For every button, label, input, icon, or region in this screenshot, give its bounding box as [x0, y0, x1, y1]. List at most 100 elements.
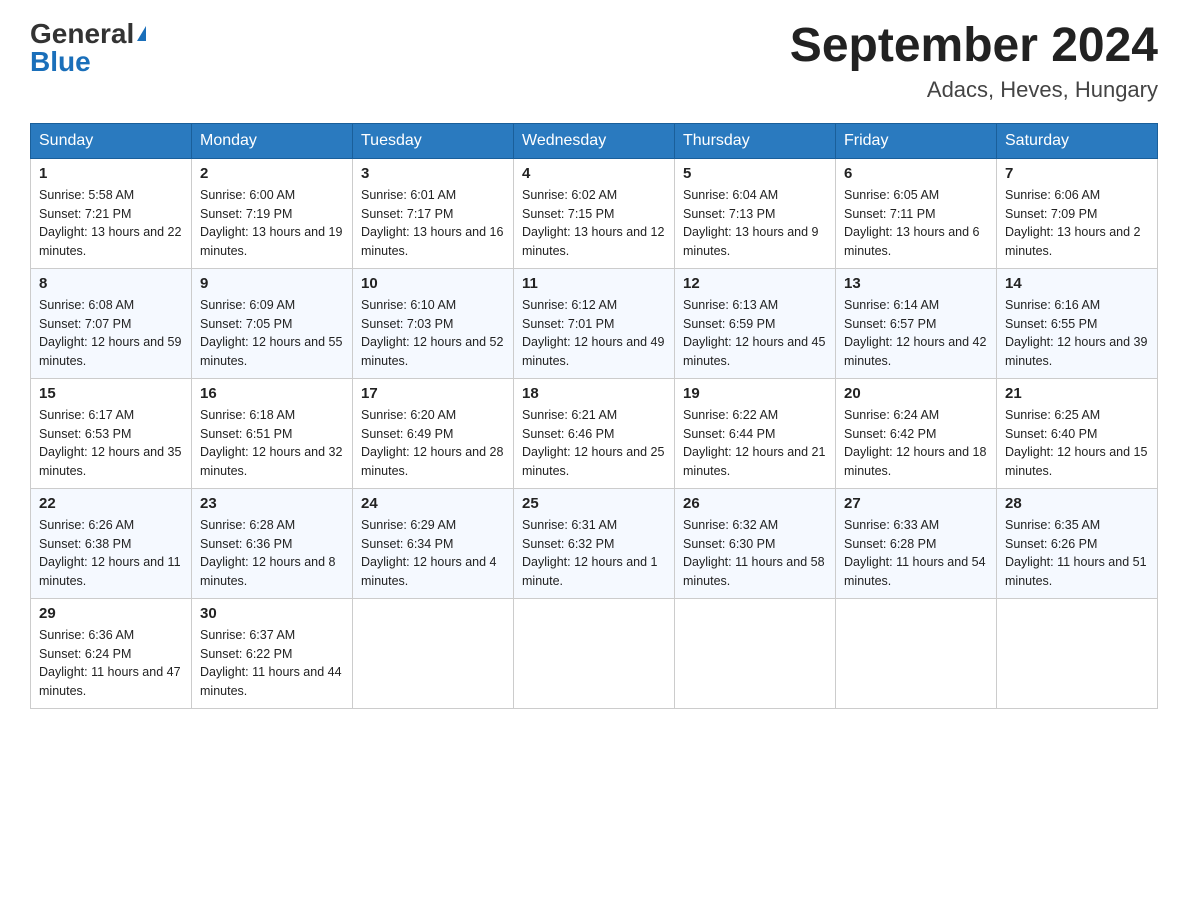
day-number: 17 — [361, 385, 505, 402]
table-row: 17 Sunrise: 6:20 AMSunset: 6:49 PMDaylig… — [353, 378, 514, 488]
table-row: 15 Sunrise: 6:17 AMSunset: 6:53 PMDaylig… — [31, 378, 192, 488]
day-info: Sunrise: 6:04 AMSunset: 7:13 PMDaylight:… — [683, 186, 827, 261]
day-number: 21 — [1005, 385, 1149, 402]
day-info: Sunrise: 6:00 AMSunset: 7:19 PMDaylight:… — [200, 186, 344, 261]
day-info: Sunrise: 6:24 AMSunset: 6:42 PMDaylight:… — [844, 406, 988, 481]
table-row: 18 Sunrise: 6:21 AMSunset: 6:46 PMDaylig… — [514, 378, 675, 488]
table-row: 27 Sunrise: 6:33 AMSunset: 6:28 PMDaylig… — [836, 488, 997, 598]
day-number: 29 — [39, 605, 183, 622]
col-thursday: Thursday — [675, 123, 836, 158]
day-info: Sunrise: 6:17 AMSunset: 6:53 PMDaylight:… — [39, 406, 183, 481]
location-subtitle: Adacs, Heves, Hungary — [790, 77, 1158, 103]
table-row: 5 Sunrise: 6:04 AMSunset: 7:13 PMDayligh… — [675, 158, 836, 268]
day-number: 26 — [683, 495, 827, 512]
day-number: 16 — [200, 385, 344, 402]
day-info: Sunrise: 6:13 AMSunset: 6:59 PMDaylight:… — [683, 296, 827, 371]
logo: General Blue — [30, 20, 146, 76]
table-row: 10 Sunrise: 6:10 AMSunset: 7:03 PMDaylig… — [353, 268, 514, 378]
day-number: 8 — [39, 275, 183, 292]
day-number: 22 — [39, 495, 183, 512]
day-number: 10 — [361, 275, 505, 292]
col-friday: Friday — [836, 123, 997, 158]
day-number: 3 — [361, 165, 505, 182]
day-info: Sunrise: 6:32 AMSunset: 6:30 PMDaylight:… — [683, 516, 827, 591]
table-row — [353, 598, 514, 708]
day-info: Sunrise: 6:36 AMSunset: 6:24 PMDaylight:… — [39, 626, 183, 701]
table-row: 9 Sunrise: 6:09 AMSunset: 7:05 PMDayligh… — [192, 268, 353, 378]
day-number: 27 — [844, 495, 988, 512]
table-row: 20 Sunrise: 6:24 AMSunset: 6:42 PMDaylig… — [836, 378, 997, 488]
day-info: Sunrise: 6:21 AMSunset: 6:46 PMDaylight:… — [522, 406, 666, 481]
table-row: 14 Sunrise: 6:16 AMSunset: 6:55 PMDaylig… — [997, 268, 1158, 378]
day-number: 20 — [844, 385, 988, 402]
day-number: 7 — [1005, 165, 1149, 182]
title-block: September 2024 Adacs, Heves, Hungary — [790, 20, 1158, 103]
day-number: 1 — [39, 165, 183, 182]
table-row — [514, 598, 675, 708]
table-row: 11 Sunrise: 6:12 AMSunset: 7:01 PMDaylig… — [514, 268, 675, 378]
day-number: 14 — [1005, 275, 1149, 292]
day-number: 15 — [39, 385, 183, 402]
day-number: 23 — [200, 495, 344, 512]
day-info: Sunrise: 6:22 AMSunset: 6:44 PMDaylight:… — [683, 406, 827, 481]
day-info: Sunrise: 6:16 AMSunset: 6:55 PMDaylight:… — [1005, 296, 1149, 371]
day-number: 2 — [200, 165, 344, 182]
table-row: 22 Sunrise: 6:26 AMSunset: 6:38 PMDaylig… — [31, 488, 192, 598]
day-number: 9 — [200, 275, 344, 292]
day-info: Sunrise: 6:09 AMSunset: 7:05 PMDaylight:… — [200, 296, 344, 371]
day-number: 19 — [683, 385, 827, 402]
table-row: 7 Sunrise: 6:06 AMSunset: 7:09 PMDayligh… — [997, 158, 1158, 268]
day-number: 25 — [522, 495, 666, 512]
table-row: 3 Sunrise: 6:01 AMSunset: 7:17 PMDayligh… — [353, 158, 514, 268]
day-info: Sunrise: 6:28 AMSunset: 6:36 PMDaylight:… — [200, 516, 344, 591]
day-info: Sunrise: 6:05 AMSunset: 7:11 PMDaylight:… — [844, 186, 988, 261]
day-info: Sunrise: 6:06 AMSunset: 7:09 PMDaylight:… — [1005, 186, 1149, 261]
day-number: 30 — [200, 605, 344, 622]
calendar-table: Sunday Monday Tuesday Wednesday Thursday… — [30, 123, 1158, 709]
table-row: 21 Sunrise: 6:25 AMSunset: 6:40 PMDaylig… — [997, 378, 1158, 488]
day-info: Sunrise: 6:26 AMSunset: 6:38 PMDaylight:… — [39, 516, 183, 591]
day-number: 28 — [1005, 495, 1149, 512]
table-row: 26 Sunrise: 6:32 AMSunset: 6:30 PMDaylig… — [675, 488, 836, 598]
table-row: 24 Sunrise: 6:29 AMSunset: 6:34 PMDaylig… — [353, 488, 514, 598]
table-row: 12 Sunrise: 6:13 AMSunset: 6:59 PMDaylig… — [675, 268, 836, 378]
page-header: General Blue September 2024 Adacs, Heves… — [30, 20, 1158, 103]
day-info: Sunrise: 6:18 AMSunset: 6:51 PMDaylight:… — [200, 406, 344, 481]
day-info: Sunrise: 6:02 AMSunset: 7:15 PMDaylight:… — [522, 186, 666, 261]
day-info: Sunrise: 6:35 AMSunset: 6:26 PMDaylight:… — [1005, 516, 1149, 591]
logo-blue-text: Blue — [30, 48, 91, 76]
day-info: Sunrise: 6:14 AMSunset: 6:57 PMDaylight:… — [844, 296, 988, 371]
col-monday: Monday — [192, 123, 353, 158]
day-number: 5 — [683, 165, 827, 182]
table-row — [836, 598, 997, 708]
day-info: Sunrise: 6:10 AMSunset: 7:03 PMDaylight:… — [361, 296, 505, 371]
calendar-week-row: 1 Sunrise: 5:58 AMSunset: 7:21 PMDayligh… — [31, 158, 1158, 268]
table-row: 1 Sunrise: 5:58 AMSunset: 7:21 PMDayligh… — [31, 158, 192, 268]
table-row: 28 Sunrise: 6:35 AMSunset: 6:26 PMDaylig… — [997, 488, 1158, 598]
table-row: 19 Sunrise: 6:22 AMSunset: 6:44 PMDaylig… — [675, 378, 836, 488]
day-info: Sunrise: 6:29 AMSunset: 6:34 PMDaylight:… — [361, 516, 505, 591]
day-info: Sunrise: 6:33 AMSunset: 6:28 PMDaylight:… — [844, 516, 988, 591]
col-wednesday: Wednesday — [514, 123, 675, 158]
logo-general-text: General — [30, 20, 134, 48]
col-tuesday: Tuesday — [353, 123, 514, 158]
day-number: 6 — [844, 165, 988, 182]
logo-triangle-icon — [137, 26, 146, 41]
col-sunday: Sunday — [31, 123, 192, 158]
table-row: 29 Sunrise: 6:36 AMSunset: 6:24 PMDaylig… — [31, 598, 192, 708]
table-row: 6 Sunrise: 6:05 AMSunset: 7:11 PMDayligh… — [836, 158, 997, 268]
day-info: Sunrise: 5:58 AMSunset: 7:21 PMDaylight:… — [39, 186, 183, 261]
day-info: Sunrise: 6:01 AMSunset: 7:17 PMDaylight:… — [361, 186, 505, 261]
table-row: 2 Sunrise: 6:00 AMSunset: 7:19 PMDayligh… — [192, 158, 353, 268]
table-row: 30 Sunrise: 6:37 AMSunset: 6:22 PMDaylig… — [192, 598, 353, 708]
day-info: Sunrise: 6:31 AMSunset: 6:32 PMDaylight:… — [522, 516, 666, 591]
col-saturday: Saturday — [997, 123, 1158, 158]
day-number: 11 — [522, 275, 666, 292]
table-row — [997, 598, 1158, 708]
day-number: 18 — [522, 385, 666, 402]
calendar-week-row: 8 Sunrise: 6:08 AMSunset: 7:07 PMDayligh… — [31, 268, 1158, 378]
day-number: 4 — [522, 165, 666, 182]
day-info: Sunrise: 6:12 AMSunset: 7:01 PMDaylight:… — [522, 296, 666, 371]
day-number: 12 — [683, 275, 827, 292]
table-row: 13 Sunrise: 6:14 AMSunset: 6:57 PMDaylig… — [836, 268, 997, 378]
